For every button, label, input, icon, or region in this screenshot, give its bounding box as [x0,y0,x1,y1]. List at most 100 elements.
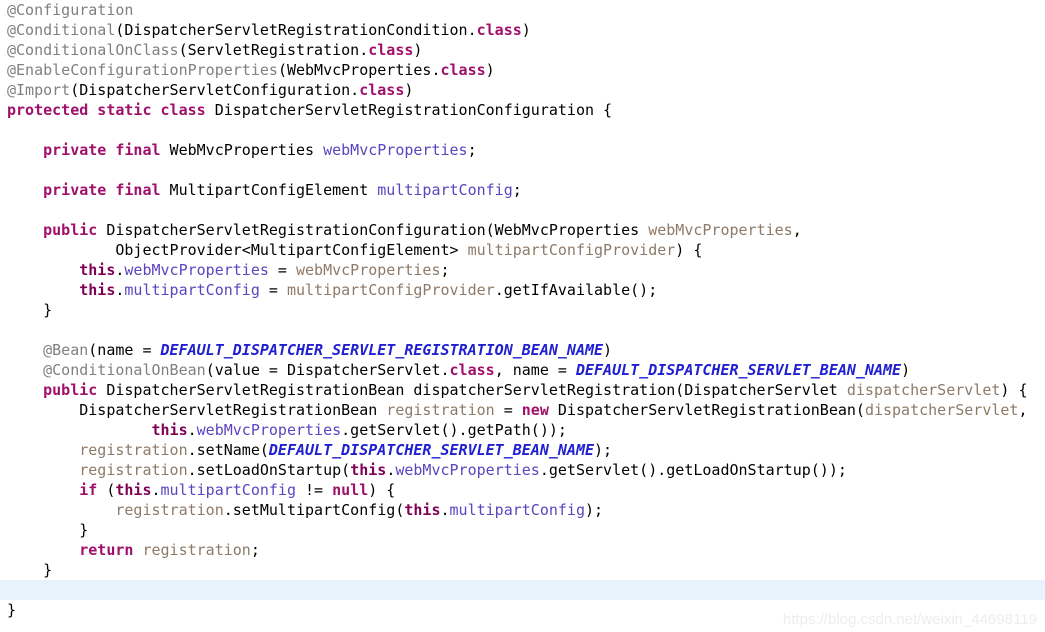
code-token-plain: DispatcherServletRegistrationBean dispat… [97,381,847,399]
code-line[interactable]: @Import(DispatcherServletConfiguration.c… [0,80,1045,100]
code-token-plain: , [1018,401,1028,419]
code-token-local: registration [79,441,188,459]
code-line[interactable]: } [0,560,1045,580]
code-line[interactable]: DispatcherServletRegistrationBean regist… [0,400,1045,420]
code-line[interactable]: } [0,520,1045,540]
code-token-plain: ) [521,21,531,39]
code-line[interactable]: registration.setMultipartConfig(this.mul… [0,500,1045,520]
code-line[interactable]: private final WebMvcProperties webMvcPro… [0,140,1045,160]
code-token-plain: } [7,301,53,319]
code-token-plain: . [386,461,396,479]
code-line[interactable]: @Conditional(DispatcherServletRegistrati… [0,20,1045,40]
code-line[interactable]: private final MultipartConfigElement mul… [0,180,1045,200]
code-token-keyword: class [440,61,486,79]
code-token-this: this [115,481,152,499]
code-token-plain: DispatcherServletRegistrationBean( [548,401,865,419]
code-token-this: this [404,501,441,519]
code-token-keyword: null [332,481,369,499]
code-line[interactable]: protected static class DispatcherServlet… [0,100,1045,120]
code-token-plain: } [7,521,89,539]
code-line[interactable]: public DispatcherServletRegistrationBean… [0,380,1045,400]
code-token-field: webMvcProperties [124,261,269,279]
code-token-plain: ) [413,41,423,59]
code-token-field: multipartConfig [124,281,260,299]
code-token-param: webMvcProperties [648,221,793,239]
code-token-plain: , [792,221,802,239]
code-line[interactable]: registration.setLoadOnStartup(this.webMv… [0,460,1045,480]
code-line[interactable] [0,200,1045,220]
code-token-plain: ObjectProvider<MultipartConfigElement> [7,241,468,259]
code-line[interactable]: this.webMvcProperties.getServlet().getPa… [0,420,1045,440]
code-line[interactable]: @EnableConfigurationProperties(WebMvcPro… [0,60,1045,80]
code-token-plain: ; [467,141,477,159]
code-token-plain: DispatcherServletRegistrationConfigurati… [205,101,613,119]
code-token-plain: . [440,501,450,519]
code-token-field: webMvcProperties [323,141,468,159]
code-token-local: registration [142,541,251,559]
code-line[interactable]: @Bean(name = DEFAULT_DISPATCHER_SERVLET_… [0,340,1045,360]
code-line[interactable] [0,120,1045,140]
code-line[interactable]: registration.setName(DEFAULT_DISPATCHER_… [0,440,1045,460]
code-token-plain: .setMultipartConfig( [223,501,405,519]
code-token-param: dispatcherServlet [864,401,1019,419]
code-token-this: this [79,261,116,279]
code-token-plain: ) [485,61,495,79]
code-line[interactable]: @ConditionalOnClass(ServletRegistration.… [0,40,1045,60]
code-line[interactable]: return registration; [0,540,1045,560]
code-token-annotation: @Import [7,81,71,99]
code-token-keyword: private final [43,141,161,159]
code-token-plain: ) [404,81,414,99]
code-token-annotation: @ConditionalOnBean [43,361,206,379]
code-token-plain: , name = [494,361,576,379]
code-token-plain: .setName( [187,441,269,459]
code-line[interactable]: this.multipartConfig = multipartConfigPr… [0,280,1045,300]
code-line[interactable]: ObjectProvider<MultipartConfigElement> m… [0,240,1045,260]
code-token-plain: . [151,481,161,499]
code-editor-view[interactable]: @Configuration @Conditional(DispatcherSer… [0,0,1045,632]
code-line[interactable]: @ConditionalOnBean(value = DispatcherSer… [0,360,1045,380]
code-token-field: multipartConfig [160,481,296,499]
code-line[interactable] [0,580,1045,600]
code-token-local: registration [115,501,224,519]
code-token-plain: WebMvcProperties [160,141,324,159]
code-token-keyword: class [368,41,414,59]
code-token-keyword: private final [43,181,161,199]
code-token-keyword: class [476,21,522,39]
code-line[interactable]: if (this.multipartConfig != null) { [0,480,1045,500]
code-token-plain: ) [901,361,911,379]
code-line[interactable]: @Configuration [0,0,1045,20]
code-token-keyword: protected static class [7,101,206,119]
code-line[interactable]: public DispatcherServletRegistrationConf… [0,220,1045,240]
code-token-plain: (DispatcherServletConfiguration. [70,81,360,99]
code-token-plain: (ServletRegistration. [178,41,369,59]
code-line[interactable]: this.webMvcProperties = webMvcProperties… [0,260,1045,280]
code-token-annotation: @Bean [43,341,89,359]
code-token-plain: ( [97,481,116,499]
code-token-plain: ); [585,501,604,519]
code-token-this: this [79,281,116,299]
code-token-plain: ) { [675,241,703,259]
code-line[interactable]: } [0,300,1045,320]
code-token-plain: = [494,401,522,419]
code-token-keyword: class [449,361,495,379]
code-token-field: multipartConfig [377,181,513,199]
code-line[interactable] [0,320,1045,340]
code-token-plain: .setLoadOnStartup( [187,461,351,479]
code-token-plain: ) { [1000,381,1028,399]
code-token-param: webMvcProperties [296,261,441,279]
code-token-constant: DEFAULT_DISPATCHER_SERVLET_BEAN_NAME [575,361,902,379]
code-token-plain: ); [594,441,613,459]
code-line[interactable] [0,160,1045,180]
code-token-constant: DEFAULT_DISPATCHER_SERVLET_REGISTRATION_… [160,341,604,359]
